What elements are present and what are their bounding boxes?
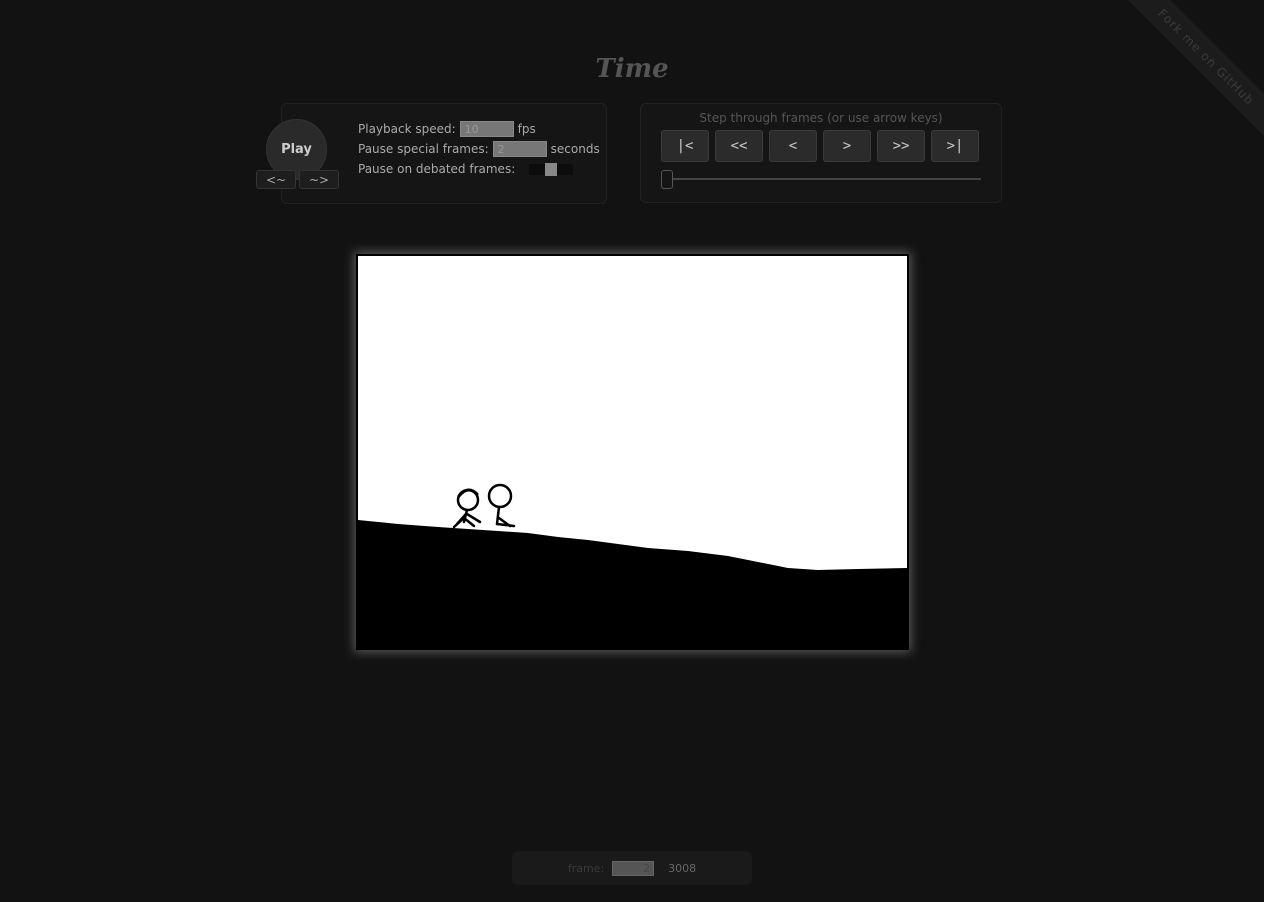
frame-footer: frame: 3008 xyxy=(512,851,752,885)
skip-forward-button[interactable]: >> xyxy=(877,130,925,162)
toggle-knob xyxy=(545,163,558,176)
speed-unit: fps xyxy=(517,122,536,136)
skip-back-button[interactable]: << xyxy=(715,130,763,162)
speed-input[interactable] xyxy=(459,121,514,137)
pause-special-unit: seconds xyxy=(550,142,600,156)
fast-forward-button[interactable]: ~> xyxy=(299,170,339,189)
frame-input[interactable] xyxy=(612,860,655,876)
frame-label: frame: xyxy=(567,861,605,875)
next-frame-button[interactable]: > xyxy=(823,130,871,162)
frame-slider-track[interactable] xyxy=(665,178,981,180)
rewind-button[interactable]: <~ xyxy=(256,170,296,189)
playback-settings: Playback speed: fps Pause special frames… xyxy=(358,119,600,179)
step-instructions: Step through frames (or use arrow keys) xyxy=(699,111,943,125)
comic-image xyxy=(358,256,907,648)
pause-special-input[interactable] xyxy=(492,141,547,157)
debated-row: Pause on debated frames: xyxy=(358,159,600,179)
pause-special-label: Pause special frames: xyxy=(358,142,489,156)
frame-total: 3008 xyxy=(668,861,697,875)
page-title: Time xyxy=(595,54,669,84)
debated-label: Pause on debated frames: xyxy=(358,162,516,176)
last-frame-button[interactable]: >| xyxy=(931,130,979,162)
first-frame-button[interactable]: |< xyxy=(661,130,709,162)
frame-slider-thumb[interactable] xyxy=(661,170,673,189)
debated-toggle[interactable] xyxy=(521,163,574,176)
prev-frame-button[interactable]: < xyxy=(769,130,817,162)
comic-frame xyxy=(356,254,909,650)
speed-row: Playback speed: fps xyxy=(358,119,600,139)
pause-special-row: Pause special frames: seconds xyxy=(358,139,600,159)
speed-label: Playback speed: xyxy=(358,122,456,136)
